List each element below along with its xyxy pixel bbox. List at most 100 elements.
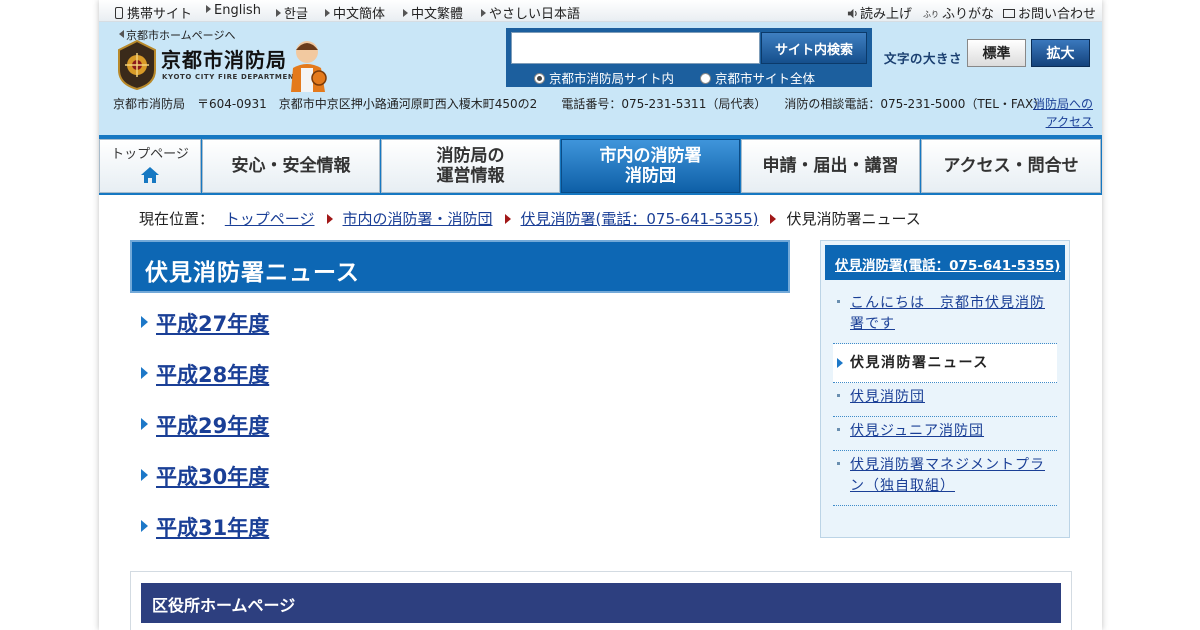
triangle-right-icon (141, 418, 148, 430)
easy-japanese-link[interactable]: やさしい日本語 (481, 3, 580, 22)
bullet-icon (837, 428, 840, 431)
triangle-right-icon (325, 9, 330, 17)
triangle-right-icon (403, 9, 408, 17)
scope-fire-option[interactable]: 京都市消防局サイト内 (534, 71, 674, 86)
list-item: 平成27年度 (141, 308, 269, 359)
sidebar-item: 伏見消防団 (833, 383, 1057, 417)
breadcrumb-fushimi[interactable]: 伏見消防署(電話：075-641-5355) (521, 210, 759, 228)
firefighter-mascot-icon (291, 41, 327, 92)
site-header: 京都市ホームページへ 京都市消防局 KYOTO CITY FIRE DEPART… (99, 22, 1102, 135)
logo-subtitle: KYOTO CITY FIRE DEPARTMENT (162, 73, 300, 81)
mobile-site-label: 携帯サイト (127, 7, 193, 22)
triangle-right-icon (141, 367, 148, 379)
list-item: 平成30年度 (141, 461, 269, 512)
bullet-icon (837, 394, 840, 397)
font-large-button[interactable]: 拡大 (1031, 39, 1090, 67)
year-link[interactable]: 平成29年度 (156, 414, 269, 438)
triangle-right-icon (481, 9, 486, 17)
list-item: 平成29年度 (141, 410, 269, 461)
bullet-icon (837, 300, 840, 303)
furigana-link[interactable]: ふり ふりがな (923, 3, 994, 22)
contact-label: お問い合わせ (1018, 7, 1097, 22)
home-icon (141, 167, 159, 183)
breadcrumb-current: 伏見消防署ニュース (786, 210, 921, 228)
sidebar-current-label: 伏見消防署ニュース (850, 355, 989, 371)
font-standard-button[interactable]: 標準 (967, 39, 1026, 67)
page-container: 携帯サイト English 한글 中文簡体 中文繁體 やさしい日本語 読み上げ … (99, 0, 1102, 630)
breadcrumb-arrow-icon (326, 214, 333, 224)
triangle-right-icon (276, 9, 281, 17)
address-line: 京都市消防局 〒604-0931 京都市中京区押小路通河原町西入榎木町450の2… (113, 97, 1046, 111)
main-nav: トップページ 安心・安全情報 消防局の 運営情報 市内の消防署 消防団 申請・届… (99, 135, 1102, 195)
triangle-right-icon (206, 5, 211, 13)
chinese-simplified-link[interactable]: 中文簡体 (325, 3, 385, 22)
sidebar-item: 伏見ジュニア消防団 (833, 417, 1057, 451)
chinese-traditional-link[interactable]: 中文繁體 (403, 3, 463, 22)
korean-link[interactable]: 한글 (276, 3, 308, 22)
breadcrumb-stations[interactable]: 市内の消防署・消防団 (343, 210, 493, 228)
speaker-icon (847, 8, 857, 19)
nav-safety-label: 安心・安全情報 (231, 156, 351, 176)
search-box: サイト内検索 京都市消防局サイト内 京都市サイト全体 (506, 28, 872, 87)
triangle-right-icon (141, 520, 148, 532)
sidebar: 伏見消防署(電話：075-641-5355) こんにちは 京都市伏見消防署です … (820, 240, 1070, 538)
triangle-right-icon (141, 469, 148, 481)
sidebar-heading[interactable]: 伏見消防署(電話：075-641-5355) (825, 245, 1065, 280)
year-link[interactable]: 平成28年度 (156, 363, 269, 387)
ward-office-box: 区役所ホームページ (130, 571, 1072, 630)
furigana-label: ふりがな (942, 7, 995, 22)
nav-stations[interactable]: 市内の消防署 消防団 (561, 139, 740, 193)
bullet-icon (837, 462, 840, 465)
sidebar-item-current: 伏見消防署ニュース (833, 344, 1057, 383)
nav-operations[interactable]: 消防局の 運営情報 (381, 139, 560, 193)
nav-applications[interactable]: 申請・届出・講習 (741, 139, 920, 193)
breadcrumb-label: 現在位置： (139, 210, 215, 228)
nav-applications-label: 申請・届出・講習 (762, 156, 899, 176)
ward-office-heading: 区役所ホームページ (141, 583, 1061, 623)
logo-title: 京都市消防局 (161, 48, 287, 72)
radio-unselected-icon[interactable] (700, 73, 711, 84)
list-item: 平成28年度 (141, 359, 269, 410)
sidebar-list: こんにちは 京都市伏見消防署です 伏見消防署ニュース 伏見消防団 伏見ジュニア消… (833, 289, 1057, 506)
year-link[interactable]: 平成30年度 (156, 465, 269, 489)
utility-bar: 携帯サイト English 한글 中文簡体 中文繁體 やさしい日本語 読み上げ … (99, 0, 1102, 22)
triangle-left-icon (119, 30, 124, 38)
furigana-icon: ふり (923, 10, 939, 19)
breadcrumb: 現在位置： トップページ 市内の消防署・消防団 伏見消防署(電話：075-641-5… (139, 208, 921, 229)
scope-fire-label: 京都市消防局サイト内 (549, 71, 675, 86)
breadcrumb-top[interactable]: トップページ (225, 210, 315, 228)
sidebar-link[interactable]: 伏見消防署マネジメントプラン（独自取組） (850, 457, 1045, 494)
sidebar-link[interactable]: 伏見ジュニア消防団 (850, 423, 984, 439)
font-size-label: 文字の大きさ (884, 51, 963, 66)
breadcrumb-arrow-icon (770, 214, 777, 224)
sidebar-link[interactable]: 伏見消防団 (850, 389, 925, 405)
read-aloud-label: 読み上げ (860, 7, 913, 22)
year-link[interactable]: 平成27年度 (156, 312, 269, 336)
mobile-site-link[interactable]: 携帯サイト (115, 3, 192, 22)
sidebar-link[interactable]: こんにちは 京都市伏見消防署です (850, 295, 1045, 332)
fire-department-emblem-icon (118, 40, 156, 90)
nav-access[interactable]: アクセス・問合せ (921, 139, 1101, 193)
breadcrumb-arrow-icon (504, 214, 511, 224)
triangle-right-icon (141, 316, 148, 328)
access-link[interactable]: 消防局へのアクセス (1027, 95, 1093, 131)
radio-selected-icon[interactable] (534, 73, 545, 84)
site-search-button[interactable]: サイト内検索 (761, 32, 867, 64)
mail-icon (1003, 9, 1015, 18)
search-input[interactable] (511, 32, 760, 64)
year-link[interactable]: 平成31年度 (156, 516, 269, 540)
chinese-traditional-label: 中文繁體 (411, 7, 464, 22)
korean-label: 한글 (284, 7, 308, 22)
read-aloud-link[interactable]: 読み上げ (847, 3, 912, 22)
scope-city-option[interactable]: 京都市サイト全体 (700, 71, 815, 86)
nav-safety[interactable]: 安心・安全情報 (202, 139, 380, 193)
triangle-right-icon (837, 358, 843, 368)
site-logo[interactable]: 京都市消防局 KYOTO CITY FIRE DEPARTMENT (117, 40, 332, 94)
english-link[interactable]: English (206, 3, 261, 18)
chinese-simplified-label: 中文簡体 (333, 7, 386, 22)
scope-city-label: 京都市サイト全体 (715, 71, 816, 86)
nav-top-page[interactable]: トップページ (99, 139, 201, 193)
english-label: English (214, 3, 261, 18)
easy-japanese-label: やさしい日本語 (489, 7, 581, 22)
contact-link[interactable]: お問い合わせ (1003, 3, 1096, 22)
